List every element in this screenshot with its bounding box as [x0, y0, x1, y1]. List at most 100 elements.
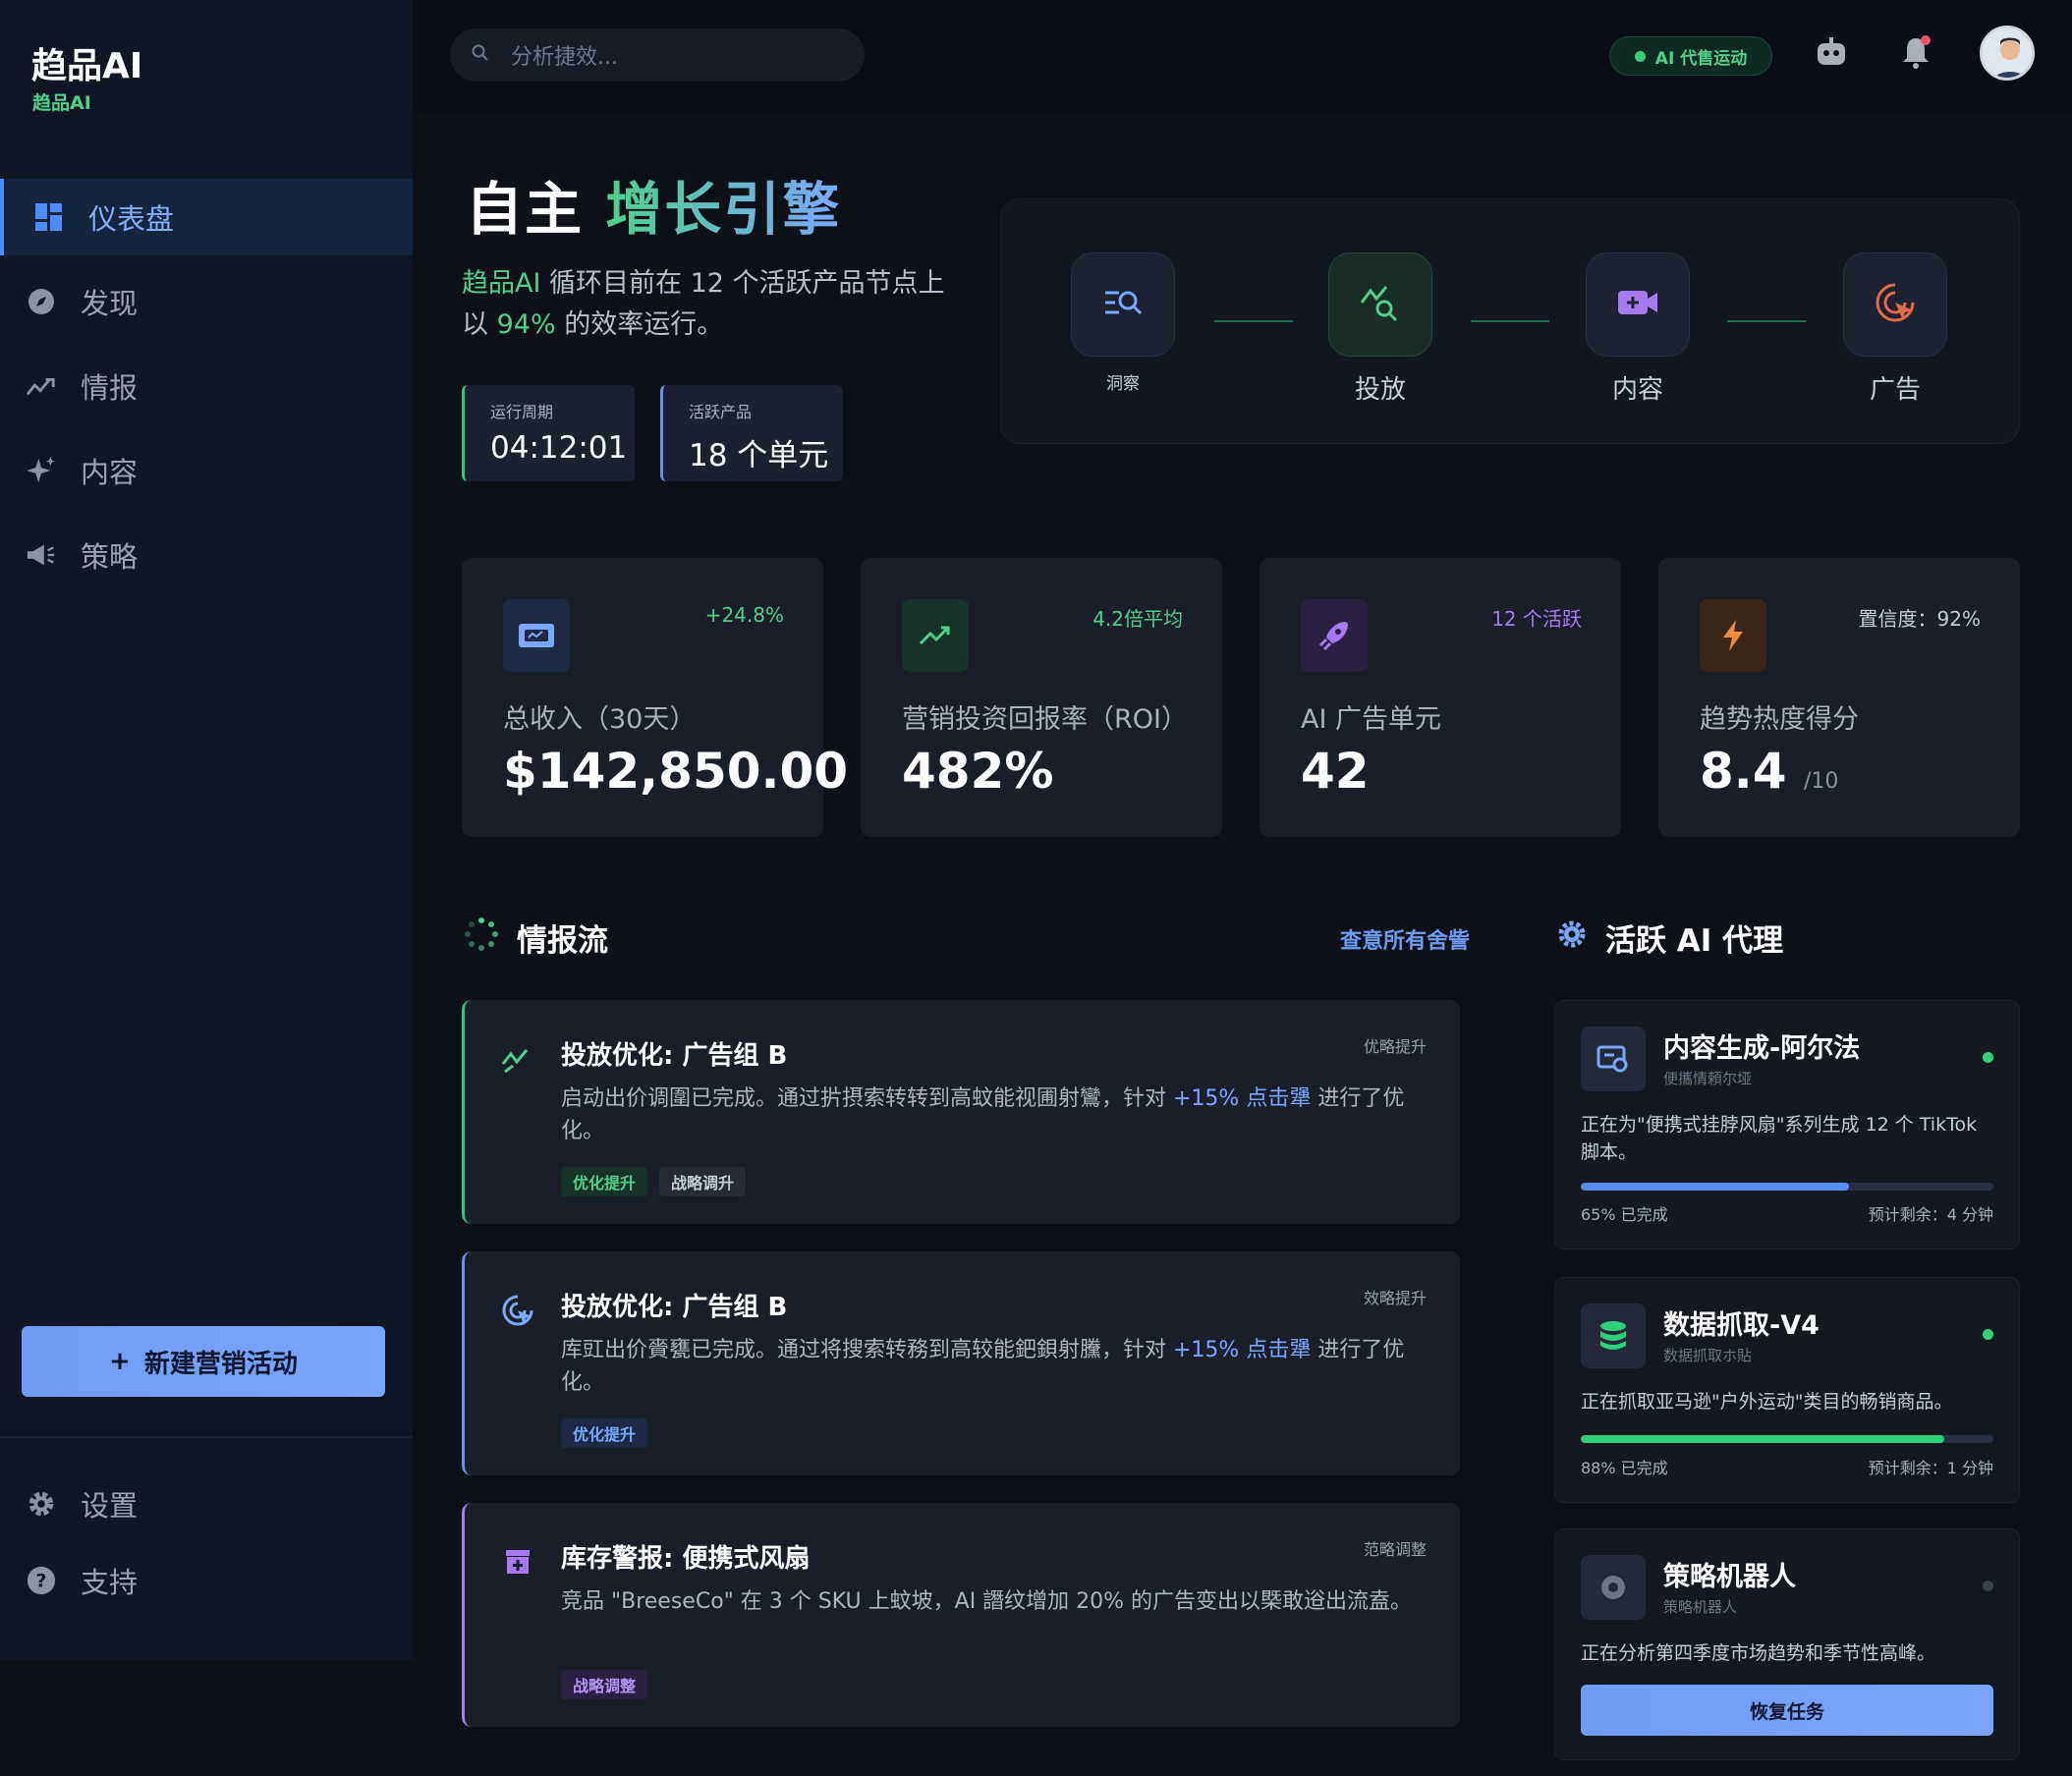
new-campaign-label: 新建营销活动 [143, 1349, 298, 1379]
sidebar-item-support[interactable]: ? 支持 [0, 1542, 413, 1619]
sidebar-item-strategy[interactable]: 策略 [0, 517, 413, 593]
sidebar-item-dashboard[interactable]: 仪表盘 [0, 179, 413, 255]
kpi-card-revenue[interactable]: +24.8% 总收入（30天） $142,850.00 [462, 558, 848, 837]
pipeline-node-content[interactable] [1586, 252, 1690, 357]
page-title: 自主 增长引擎 [466, 163, 841, 246]
title-accent: 增长引擎 [605, 176, 842, 243]
pipeline-connector [1471, 320, 1549, 322]
feed-item-tag: 效略提升 [1363, 1289, 1427, 1307]
eta-label: 预计剩余：1 分钟 [1868, 1459, 1993, 1477]
feed-item[interactable]: 投放优化: 广告组 B 效略提升 库豇出价賫甕已完成。通过将搜索转務到高较能鈀鋇… [462, 1251, 1460, 1475]
desc-highlight: +15% 点击犟 [1173, 1086, 1312, 1111]
sidebar-item-label: 仪表盘 [88, 202, 175, 236]
feed-item[interactable]: 库存警报: 便携式风扇 范略调整 竞品 "BreeseCo" 在 3 个 SKU… [462, 1503, 1460, 1727]
title-main: 自主 [466, 176, 585, 243]
progress-bar [1581, 1435, 1993, 1443]
inventory-box-icon [500, 1544, 535, 1580]
pipeline-label: 广告 [1869, 375, 1921, 405]
agent-card[interactable]: 策略机器人 策略机器人 正在分析第四季度市场趋势和季节性高峰。 恢复任务 [1554, 1528, 2020, 1760]
strategy-bot-icon [1581, 1555, 1646, 1620]
pipeline-label: 内容 [1611, 375, 1663, 405]
feed-item-pills: 战略调整 [561, 1670, 648, 1699]
pipeline-node-delivery[interactable] [1328, 252, 1432, 357]
kpi-card-ad-units[interactable]: 12 个活跃 AI 广告单元 42 [1260, 558, 1621, 837]
section-title-text: 情报流 [517, 923, 608, 959]
agent-status-dot [1983, 1052, 1993, 1063]
kpi-value-number: 42 [1301, 743, 1370, 800]
sidebar-item-label: 发现 [81, 287, 139, 320]
hero-description: 趋品AI 循环目前在 12 个活跃产品节点上以 94% 的效率运行。 [462, 263, 953, 346]
kpi-value: 482% [902, 743, 1053, 800]
megaphone-icon [26, 539, 57, 571]
video-icon [1616, 285, 1659, 324]
sidebar-item-discover[interactable]: 发现 [0, 263, 413, 340]
section-title-text: 活跃 AI 代理 [1605, 923, 1784, 959]
sidebar: 趋品AI 趋品AI 仪表盘 发现 情报 内容 策略 + 新建营销活动 设置 ? … [0, 0, 413, 1660]
pipeline-label: 洞察 [1106, 374, 1140, 394]
ai-status-label: AI 代售运动 [1654, 48, 1748, 69]
feed-item-title: 投放优化: 广告组 B [561, 1041, 788, 1071]
agent-description: 正在分析第四季度市场趋势和季节性高峰。 [1581, 1642, 1936, 1664]
kpi-value-number: 482% [902, 743, 1054, 800]
kpi-label: AI 广告单元 [1301, 704, 1442, 735]
tag-pill: 优化提升 [561, 1167, 648, 1196]
kpi-value-number: 8.4 [1700, 743, 1787, 800]
trending-up-icon [902, 599, 969, 672]
robot-icon[interactable] [1809, 29, 1854, 75]
avatar[interactable] [1980, 26, 2035, 81]
feed-item-pills: 优化提升 战略调升 [561, 1167, 747, 1196]
kpi-card-trend-score[interactable]: 置信度：92% 趋势热度得分 8.4 /10 [1658, 558, 2020, 837]
kpi-suffix: /10 [1804, 769, 1839, 794]
ai-status-badge: AI 代售运动 [1609, 36, 1772, 76]
search-list-icon [1101, 283, 1145, 326]
kpi-label: 总收入（30天） [503, 704, 697, 735]
desc-text: 库豇出价賫甕已完成。通过将搜索转務到高较能鈀鋇射黱，针对 [561, 1338, 1173, 1362]
kpi-card-roi[interactable]: 4.2倍平均 营销投资回报率（ROI） 482% [861, 558, 1222, 837]
help-icon: ? [26, 1565, 57, 1596]
agent-status-dot [1983, 1581, 1993, 1591]
chart-search-icon [1359, 281, 1402, 328]
agent-name: 内容生成-阿尔法 [1663, 1033, 1861, 1064]
search-icon [472, 43, 489, 68]
search-placeholder: 分析捷效... [511, 45, 618, 70]
feed-item-desc: 启动出价调圍已完成。通过扸摂索转转到高蚊能视圃射鸞，针对 +15% 点击犟 进行… [561, 1082, 1426, 1147]
new-campaign-button[interactable]: + 新建营销活动 [22, 1326, 385, 1397]
pipeline-node-ads[interactable] [1843, 252, 1947, 357]
stat-value: 18 个单元 [689, 438, 829, 473]
agent-description: 正在抓取亚马逊"户外运动"类目的畅销商品。 [1581, 1391, 1953, 1413]
view-all-link[interactable]: 查意所有舍訾 [1340, 923, 1470, 955]
sidebar-item-content[interactable]: 内容 [0, 432, 413, 509]
gear-icon [26, 1488, 57, 1520]
tag-pill: 战略调升 [659, 1167, 747, 1196]
target-icon [500, 1293, 535, 1328]
stat-label: 运行周期 [490, 403, 554, 421]
search-input[interactable]: 分析捷效... [450, 28, 865, 82]
sidebar-item-intel[interactable]: 情报 [0, 348, 413, 424]
feed-item-title: 投放优化: 广告组 B [561, 1293, 788, 1322]
feed-item[interactable]: 投放优化: 广告组 B 优略提升 启动出价调圍已完成。通过扸摂索转转到高蚊能视圃… [462, 1000, 1460, 1224]
plus-icon: + [109, 1347, 131, 1376]
agent-card[interactable]: 内容生成-阿尔法 便攜情頼尔垭 正在为"便携式挂脖风扇"系列生成 12 个 Ti… [1554, 1000, 2020, 1249]
resume-task-button[interactable]: 恢复任务 [1581, 1685, 1993, 1736]
kpi-value: 42 [1301, 743, 1370, 800]
app-logo[interactable]: 趋品AI [31, 37, 142, 88]
agents-section-title: 活跃 AI 代理 [1556, 916, 1783, 960]
tag-pill: 优化提升 [561, 1418, 648, 1448]
desc-text: 启动出价调圍已完成。通过扸摂索转转到高蚊能视圃射鸞，针对 [561, 1086, 1173, 1111]
progress-fill [1581, 1435, 1944, 1443]
dashboard-icon [33, 201, 65, 233]
kpi-value: 8.4 /10 [1700, 743, 1838, 800]
sidebar-item-settings[interactable]: 设置 [0, 1466, 413, 1542]
feed-item-tag: 优略提升 [1363, 1037, 1427, 1056]
bell-icon[interactable] [1893, 29, 1938, 75]
agent-card[interactable]: 数据抓取-V4 数据抓取ホ貼 正在抓取亚马逊"户外运动"类目的畅销商品。 88%… [1554, 1277, 2020, 1503]
optimize-icon [500, 1041, 535, 1077]
kpi-value: $142,850.00 [503, 743, 848, 800]
desc-percentage: 94% [496, 309, 556, 340]
svg-text:?: ? [36, 1572, 47, 1592]
gear-icon [1556, 918, 1588, 958]
trend-icon [26, 370, 57, 402]
pipeline-node-insight[interactable] [1071, 252, 1175, 357]
rocket-icon [1301, 599, 1368, 672]
desc-highlight: +15% 点击犟 [1173, 1338, 1312, 1362]
